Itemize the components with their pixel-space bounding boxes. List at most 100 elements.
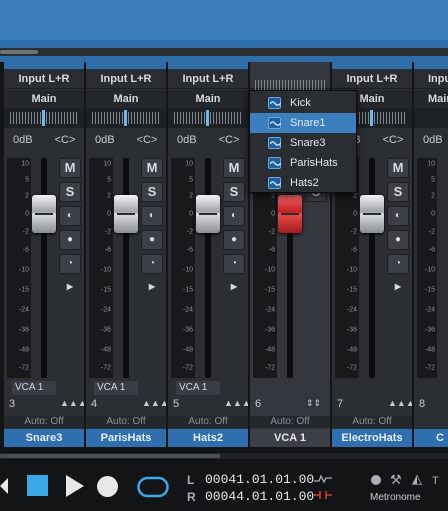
vca-header[interactable]	[250, 69, 330, 92]
output-selector[interactable]: Main	[414, 90, 448, 108]
volume-fader[interactable]	[360, 195, 384, 233]
channel-name[interactable]: VCA 1	[250, 429, 330, 447]
automation-mode[interactable]: Auto: Off	[332, 416, 412, 428]
arrange-scrollbar[interactable]	[0, 48, 448, 56]
mute-button[interactable]: M	[387, 158, 409, 178]
record-arm-icon[interactable]: ●	[387, 230, 409, 250]
mute-button[interactable]: M	[223, 158, 245, 178]
scale-label: 2	[25, 192, 29, 200]
waveform-icon[interactable]: ▲▲▲	[60, 398, 84, 412]
metronome-settings-icon[interactable]: ⚒	[390, 472, 402, 488]
scale-label: -36	[100, 326, 111, 334]
monitor-icon[interactable]: ◐	[59, 206, 81, 226]
expand-icon[interactable]: ▶	[59, 278, 81, 298]
pan-slider[interactable]	[86, 108, 166, 128]
volume-fader[interactable]	[196, 195, 220, 233]
rewind-icon[interactable]	[0, 478, 8, 494]
pan-slider[interactable]	[4, 108, 84, 128]
dropdown-item-snare1[interactable]: Snare1	[250, 113, 356, 133]
waveform-icon[interactable]: ▲▲▲	[388, 398, 412, 412]
input-selector[interactable]: Input L+R	[4, 69, 84, 89]
monitor-icon[interactable]: ◐	[223, 206, 245, 226]
scale-label: -72	[182, 364, 193, 372]
automation-mode[interactable]: Auto: Off	[4, 416, 84, 428]
volume-fader[interactable]	[114, 195, 138, 233]
automation-mode[interactable]: Auto: Off	[168, 416, 248, 428]
mute-button[interactable]: M	[141, 158, 163, 178]
input-selector[interactable]: Input L+R	[168, 69, 248, 89]
monitor-icon[interactable]: ◐	[387, 206, 409, 226]
item-label: Snare3	[290, 137, 326, 149]
automation-icon[interactable]: ◔	[387, 254, 409, 274]
vca-fader[interactable]	[278, 195, 302, 233]
scale-label: -6	[350, 246, 357, 254]
record-arm-icon[interactable]: ●	[223, 230, 245, 250]
loop-left-time[interactable]: 00041.01.01.00	[205, 472, 314, 487]
channel-strip-hats2: Input L+R Main 0dB <C> 10 5 2 0 -2 -6 -1…	[168, 62, 248, 447]
record-arm-icon[interactable]: ●	[141, 230, 163, 250]
punch-icon[interactable]	[314, 490, 332, 500]
scale-label: -48	[182, 346, 193, 354]
channel-name[interactable]: ParisHats	[86, 429, 166, 447]
scale-label: -15	[182, 286, 193, 294]
automation-mode[interactable]: Auto: Off	[86, 416, 166, 428]
channel-name[interactable]: ElectroHats	[332, 429, 412, 447]
scale-label: -15	[18, 286, 29, 294]
precount-icon[interactable]	[314, 474, 332, 484]
stop-button[interactable]	[27, 475, 48, 496]
scale-label: -15	[100, 286, 111, 294]
scale-label: 2	[189, 192, 193, 200]
output-selector[interactable]: Main	[168, 90, 248, 108]
record-arm-icon[interactable]: ●	[59, 230, 81, 250]
solo-button[interactable]: S	[59, 182, 81, 202]
dropdown-item-kick[interactable]: Kick	[250, 93, 356, 113]
metronome-volume-icon[interactable]: ◭	[412, 471, 422, 487]
waveform-icon[interactable]: ▲▲▲	[142, 398, 166, 412]
automation-icon[interactable]: ◔	[59, 254, 81, 274]
channel-name[interactable]: Snare3	[4, 429, 84, 447]
play-button[interactable]	[66, 475, 84, 497]
monitor-icon[interactable]: ◐	[141, 206, 163, 226]
automation-mode[interactable]: Auto: Off	[250, 416, 330, 428]
mute-button[interactable]: M	[59, 158, 81, 178]
expand-icon[interactable]: ▶	[387, 278, 409, 298]
mixer-scrollbar-thumb[interactable]	[0, 454, 220, 458]
automation-icon[interactable]: ◔	[141, 254, 163, 274]
metronome-on-icon[interactable]	[371, 475, 381, 485]
dropdown-item-hats2[interactable]: Hats2	[250, 173, 356, 193]
scale-label: -6	[186, 246, 193, 254]
channel-name[interactable]: C	[414, 429, 448, 447]
loop-right-time[interactable]: 00044.01.01.00	[205, 489, 314, 504]
scale-label: -2	[22, 228, 29, 236]
input-selector[interactable]: Input L+R	[86, 69, 166, 89]
expand-icon[interactable]: ▶	[223, 278, 245, 298]
pan-slider[interactable]	[168, 108, 248, 128]
channel-name[interactable]: Hats2	[168, 429, 248, 447]
record-button[interactable]	[97, 476, 118, 497]
waveform-icon[interactable]: ▲▲▲	[224, 398, 248, 412]
solo-button[interactable]: S	[141, 182, 163, 202]
channel-number: 5	[173, 398, 180, 410]
input-selector[interactable]: Input L+R	[414, 69, 448, 105]
pan-slider[interactable]	[414, 108, 448, 128]
volume-readout: 0dB	[423, 134, 443, 146]
dropdown-item-snare3[interactable]: Snare3	[250, 133, 356, 153]
vca-link-icon[interactable]: ⇕⇕	[306, 398, 326, 412]
vca-assignment[interactable]: VCA 1	[94, 381, 138, 395]
input-selector[interactable]: Input L+R	[332, 69, 412, 89]
volume-fader[interactable]	[32, 195, 56, 233]
solo-button[interactable]: S	[387, 182, 409, 202]
expand-icon[interactable]: ▶	[141, 278, 163, 298]
arrange-scrollbar-thumb[interactable]	[0, 50, 38, 54]
output-selector[interactable]: Main	[4, 90, 84, 108]
solo-button[interactable]: S	[223, 182, 245, 202]
output-selector[interactable]: Main	[86, 90, 166, 108]
automation-icon[interactable]: ◔	[223, 254, 245, 274]
channel-strip-snare3: Input L+R Main 0dB <C> 10 5 2 0 -2 -6 -1…	[4, 62, 84, 447]
scale-label: -6	[268, 246, 275, 254]
strip-color-bar	[86, 62, 166, 69]
vca-assignment[interactable]: VCA 1	[176, 381, 220, 395]
dropdown-item-parishats[interactable]: ParisHats	[250, 153, 356, 173]
vca-assignment[interactable]: VCA 1	[12, 381, 56, 395]
loop-icon[interactable]	[137, 476, 169, 498]
